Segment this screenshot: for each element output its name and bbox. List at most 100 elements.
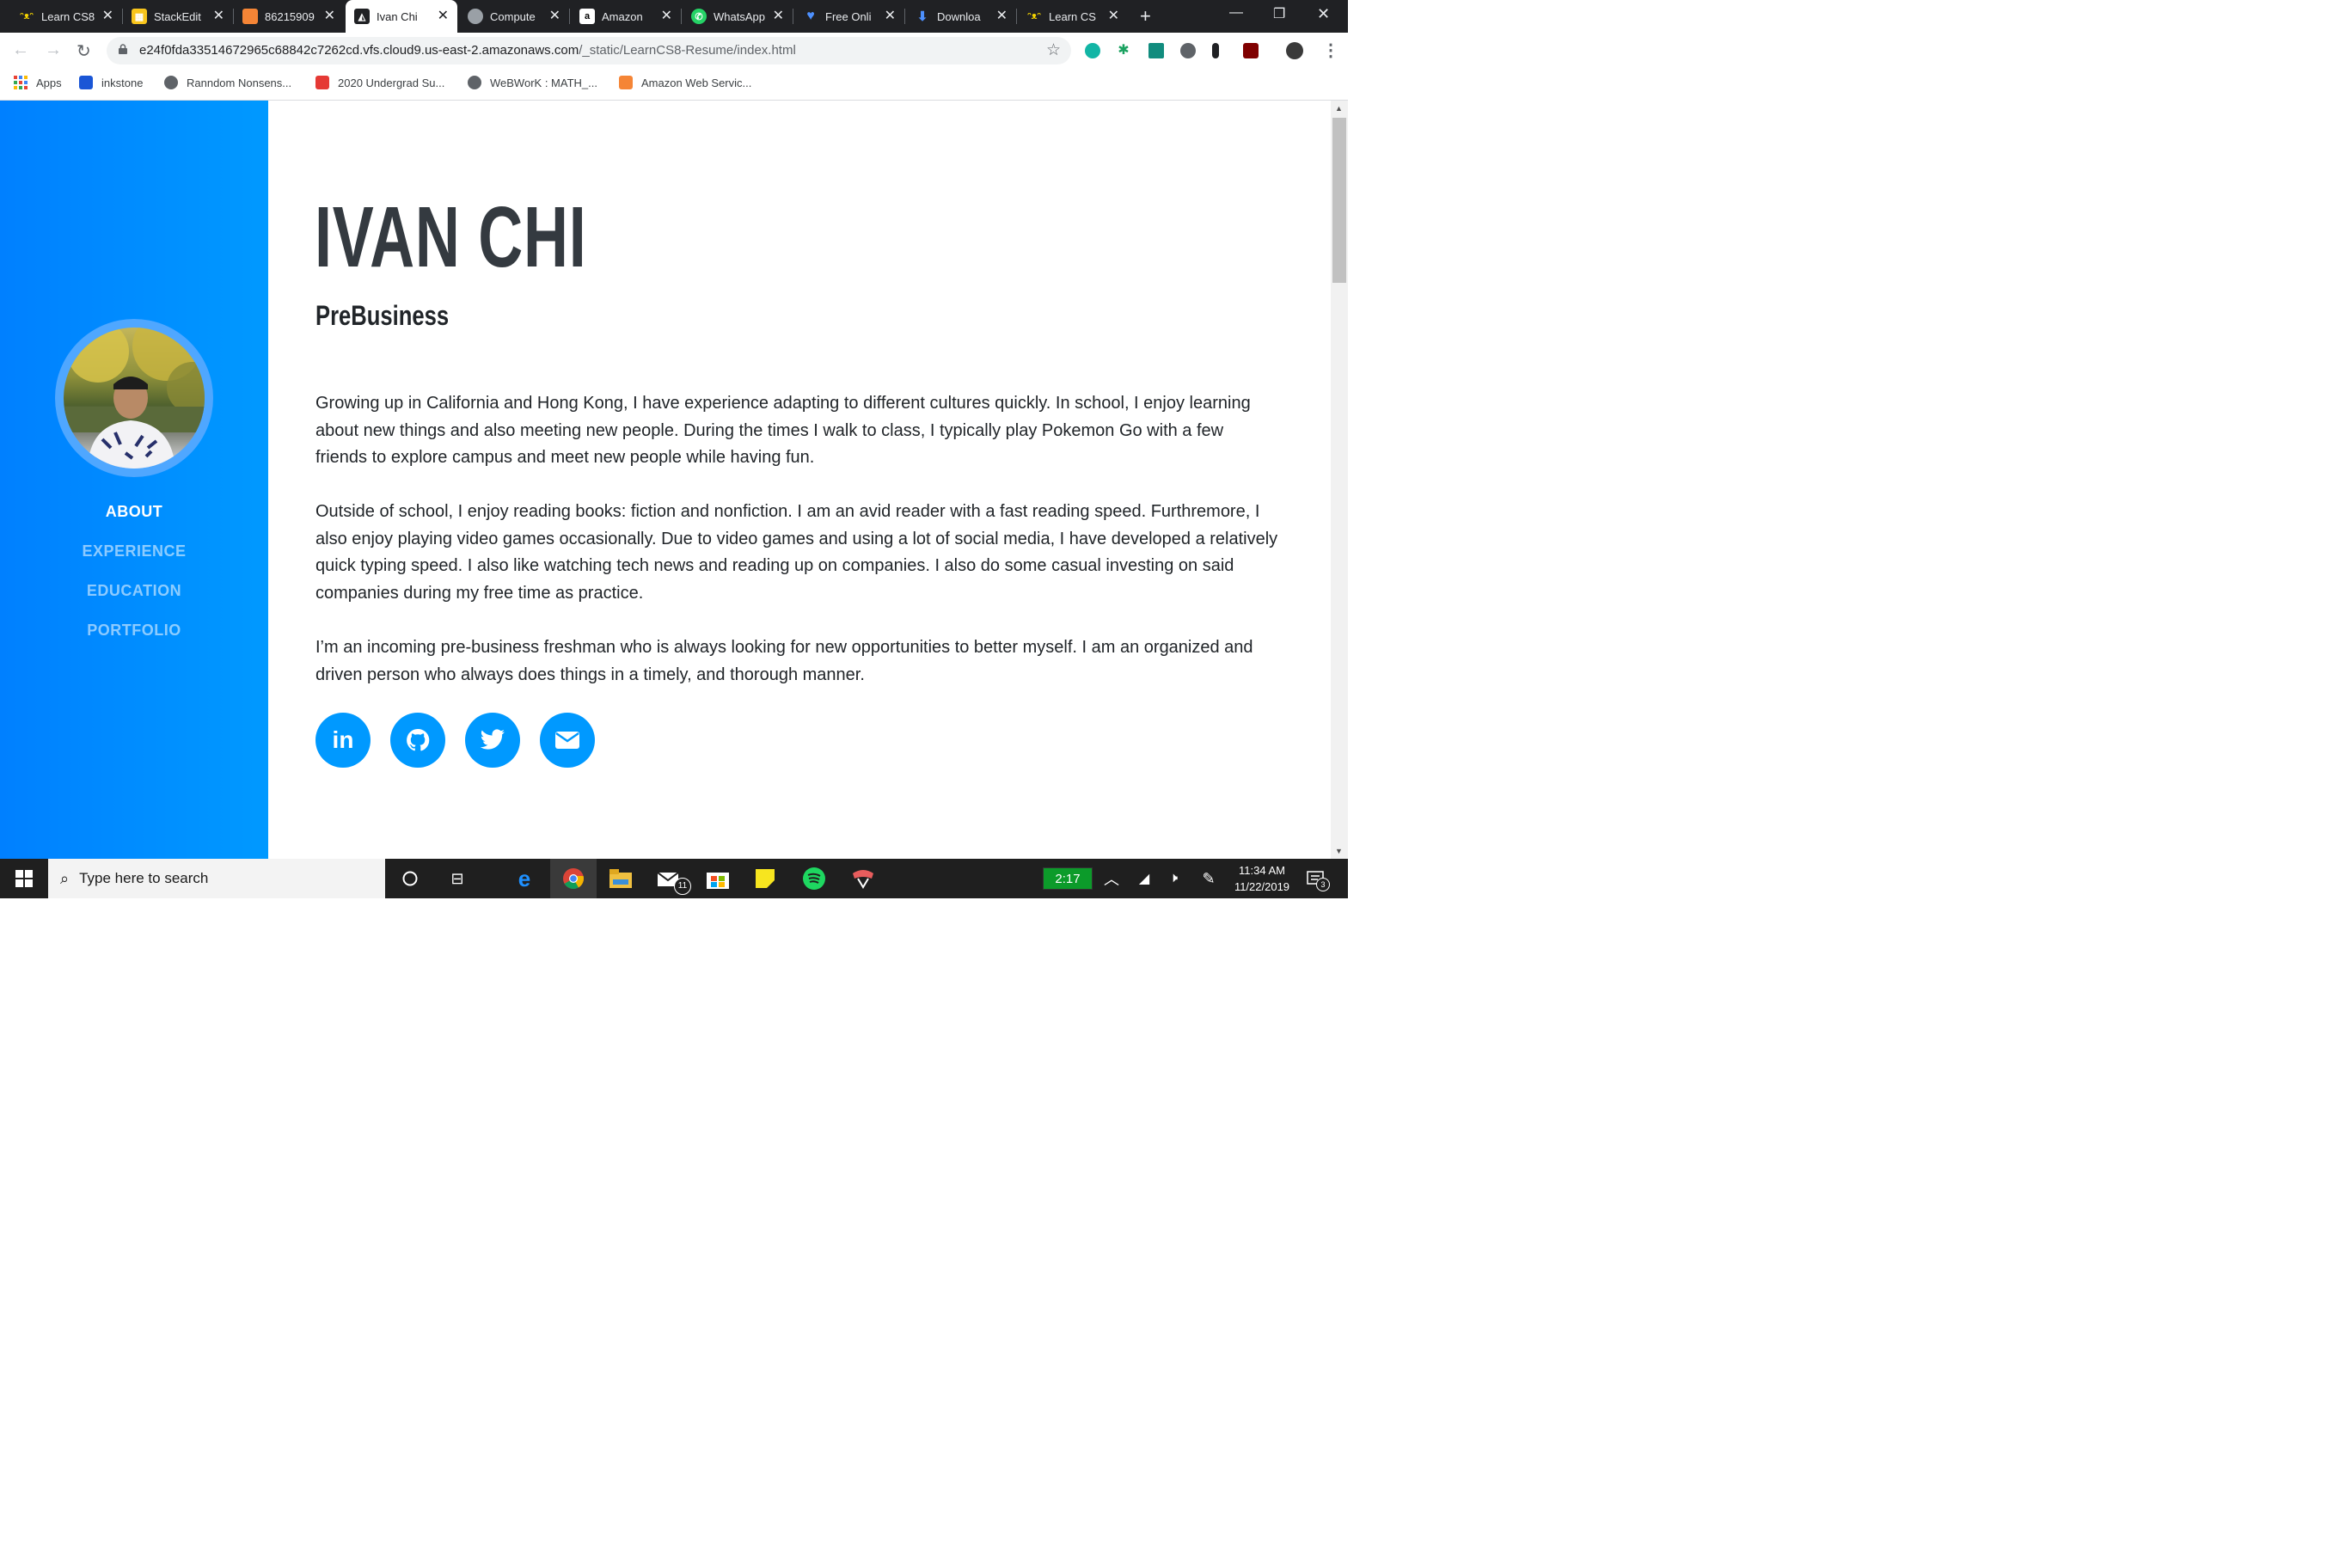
close-tab-icon[interactable]: ✕	[213, 8, 224, 25]
file-explorer-icon[interactable]	[609, 867, 632, 890]
browser-tab[interactable]: ▦ StackEdit ✕	[123, 0, 234, 33]
lock-icon	[119, 44, 127, 54]
globe-icon	[164, 76, 178, 89]
taskbar-clock[interactable]: 11:34 AM 11/22/2019	[1221, 862, 1303, 895]
browser-tab-active[interactable]: ◭ Ivan Chi ✕	[346, 0, 457, 33]
whatsapp-favicon-icon: ✆	[691, 9, 707, 24]
globe-icon	[468, 76, 481, 89]
wifi-icon[interactable]: ◢	[1133, 867, 1155, 890]
close-tab-icon[interactable]: ✕	[324, 8, 335, 25]
twitter-button[interactable]	[465, 713, 520, 768]
heart-favicon-icon: ♥	[806, 9, 815, 23]
bookmark-inkstone[interactable]: inkstone	[79, 76, 143, 89]
bookmarks-bar: Apps inkstone Ranndom Nonsens... 2020 Un…	[0, 69, 1348, 101]
bookmark-webwork[interactable]: WeBWorK : MATH_...	[468, 76, 597, 89]
task-view-icon[interactable]: ⊟	[446, 867, 469, 890]
extension-book-icon[interactable]	[1148, 43, 1164, 58]
nav-experience[interactable]: EXPERIENCE	[0, 542, 268, 560]
address-bar[interactable]: e24f0fda33514672965c68842c7262cd.vfs.clo…	[107, 37, 1071, 64]
close-tab-icon[interactable]: ✕	[102, 8, 113, 25]
subtitle: PreBusiness	[315, 300, 450, 331]
battery-timer[interactable]: 2:17	[1043, 867, 1093, 890]
reload-icon[interactable]: ↻	[77, 40, 91, 62]
close-tab-icon[interactable]: ✕	[996, 8, 1008, 25]
minimize-window-icon[interactable]: —	[1229, 5, 1243, 21]
close-tab-icon[interactable]: ✕	[549, 8, 560, 25]
browser-tab[interactable]: ⬇ Downloa ✕	[906, 0, 1017, 33]
browser-toolbar: ← → ↻ e24f0fda33514672965c68842c7262cd.v…	[0, 33, 1348, 69]
sticky-notes-icon[interactable]	[754, 867, 776, 890]
close-tab-icon[interactable]: ✕	[661, 8, 672, 25]
edge-browser-icon[interactable]: e	[513, 866, 536, 891]
amazon-favicon-icon: a	[579, 9, 595, 24]
profile-avatar[interactable]	[1286, 42, 1303, 59]
browser-tab[interactable]: ᵔᴥᵔ Learn CS8 ✕	[10, 0, 123, 33]
search-icon: ⌕	[60, 869, 70, 887]
close-window-icon[interactable]: ✕	[1317, 5, 1330, 23]
mail-icon[interactable]: 11	[657, 867, 691, 895]
scroll-down-icon[interactable]: ▼	[1335, 847, 1343, 855]
bookmark-apps[interactable]: Apps	[14, 76, 62, 89]
volume-muted-icon[interactable]: 🕨	[1162, 867, 1185, 890]
page-scrollbar[interactable]: ▲ ▼	[1331, 101, 1348, 859]
more-menu-icon[interactable]: ⋮	[1322, 40, 1339, 61]
stackedit-favicon-icon: ▦	[132, 9, 147, 24]
about-paragraph: I’m an incoming pre-business freshman wh…	[315, 638, 1253, 684]
mail-badge: 11	[674, 878, 691, 895]
restore-window-icon[interactable]: ❐	[1273, 5, 1285, 22]
forward-arrow-icon[interactable]: →	[45, 40, 62, 60]
close-tab-icon[interactable]: ✕	[885, 8, 896, 25]
scroll-up-icon[interactable]: ▲	[1335, 104, 1343, 113]
twitter-icon	[480, 729, 505, 750]
email-button[interactable]	[540, 713, 595, 768]
extension-butterfly-icon[interactable]: ✱	[1116, 43, 1131, 58]
linkedin-button[interactable]: in	[315, 713, 371, 768]
extension-bulb-icon[interactable]	[1180, 43, 1196, 58]
nav-portfolio[interactable]: PORTFOLIO	[0, 622, 268, 640]
ublock-shield-icon[interactable]	[1243, 43, 1259, 58]
browser-tab[interactable]: ᵔᴥᵔ Learn CS ✕	[1018, 0, 1128, 33]
extension-m-icon[interactable]	[1085, 43, 1100, 58]
back-arrow-icon[interactable]: ←	[12, 40, 29, 60]
bookmark-aws[interactable]: Amazon Web Servic...	[619, 76, 751, 89]
browser-tab[interactable]: Compute ✕	[459, 0, 570, 33]
spotify-icon[interactable]	[803, 867, 825, 890]
profile-photo	[55, 319, 213, 477]
download-favicon-icon: ⬇	[916, 9, 928, 24]
browser-tab[interactable]: 86215909 ✕	[234, 0, 344, 33]
bookmark-star-icon[interactable]: ☆	[1046, 40, 1061, 60]
taskbar-search-input[interactable]: ⌕ Type here to search	[48, 859, 385, 898]
scrollbar-thumb[interactable]	[1332, 118, 1346, 283]
browser-tab[interactable]: ♥ Free Onli ✕	[794, 0, 905, 33]
page-title: IVAN CHI	[315, 189, 587, 285]
calendar-icon	[315, 76, 329, 89]
browser-tab[interactable]: a Amazon ✕	[571, 0, 682, 33]
action-center-icon[interactable]: 3	[1305, 867, 1330, 891]
windows-taskbar: ⌕ Type here to search ⊟ e 11 2:17 ︿ ◢ 🕨 …	[0, 859, 1348, 898]
cortana-circle-icon[interactable]	[399, 867, 421, 890]
windows-start-icon[interactable]	[13, 867, 35, 890]
bookmark-ranndom[interactable]: Ranndom Nonsens...	[164, 76, 291, 89]
close-tab-icon[interactable]: ✕	[438, 8, 449, 25]
bookmark-undergrad[interactable]: 2020 Undergrad Su...	[315, 76, 444, 89]
about-paragraph: Outside of school, I enjoy reading books…	[315, 502, 1278, 603]
pen-icon[interactable]: ✎	[1197, 867, 1220, 890]
close-tab-icon[interactable]: ✕	[773, 8, 784, 25]
extension-pin-icon[interactable]	[1212, 43, 1219, 58]
chrome-taskbar-button[interactable]	[550, 859, 597, 898]
aws-cube-favicon-icon	[242, 9, 258, 24]
about-section: IVAN CHI PreBusiness Growing up in Calif…	[268, 101, 1331, 859]
chrome-icon	[563, 868, 584, 890]
nav-education[interactable]: EDUCATION	[0, 582, 268, 600]
browser-tab-strip: ᵔᴥᵔ Learn CS8 ✕ ▦ StackEdit ✕ 86215909 ✕…	[0, 0, 1348, 33]
aws-cube-icon	[619, 76, 633, 89]
microsoft-store-icon[interactable]	[707, 867, 729, 890]
close-tab-icon[interactable]: ✕	[1108, 8, 1119, 25]
show-hidden-icons-chevron-icon[interactable]: ︿	[1100, 867, 1123, 890]
about-paragraph: Growing up in California and Hong Kong, …	[315, 394, 1251, 467]
new-tab-button[interactable]: +	[1140, 5, 1151, 28]
nav-about[interactable]: ABOUT	[0, 503, 268, 521]
github-button[interactable]	[390, 713, 445, 768]
snip-sketch-icon[interactable]	[851, 867, 873, 890]
browser-tab[interactable]: ✆ WhatsApp ✕	[683, 0, 793, 33]
